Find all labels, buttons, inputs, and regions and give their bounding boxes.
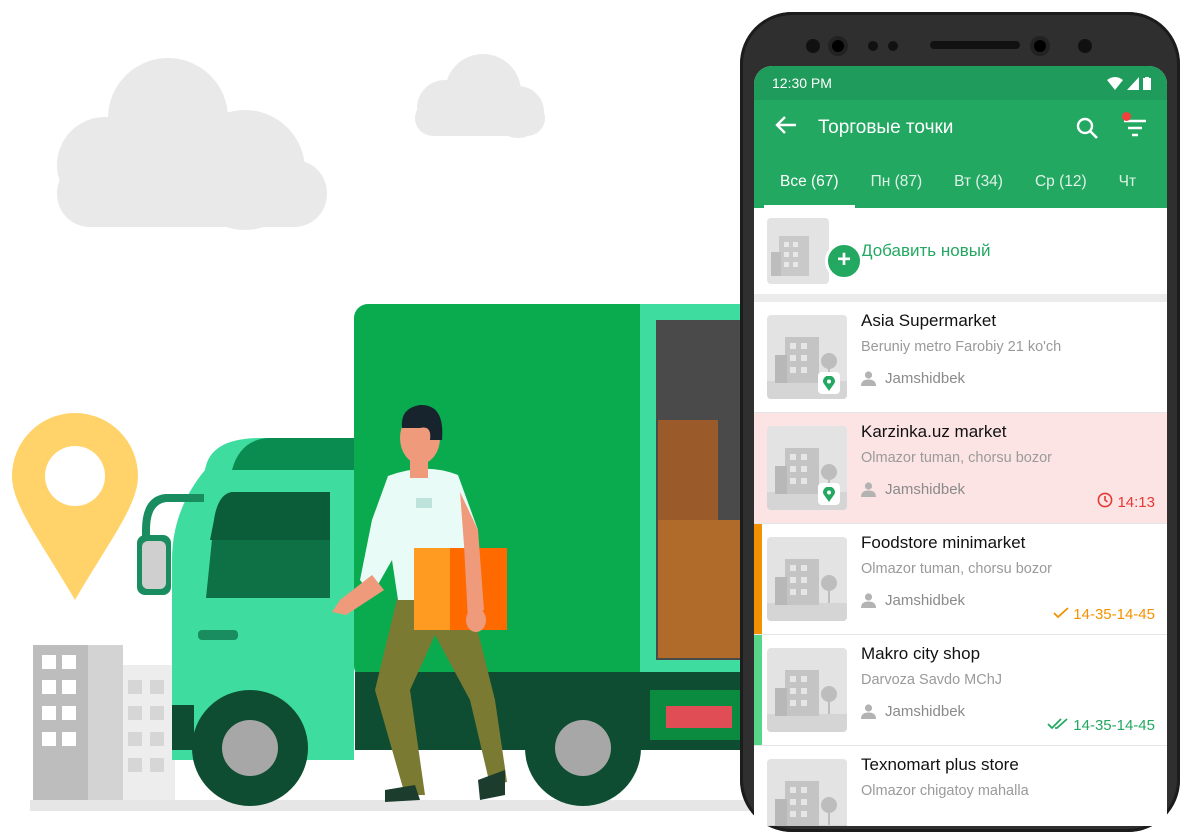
outlet-list: Asia Supermarket Beruniy metro Farobiy 2…: [754, 302, 1167, 826]
status-bar-indicator: [754, 524, 762, 634]
buildings: [33, 645, 175, 805]
visit-time: 14-35-14-45: [1047, 717, 1155, 734]
outlet-info: Makro city shop Darvoza Savdo MChJ Jamsh…: [861, 644, 1167, 734]
outlet-row[interactable]: Karzinka.uz market Olmazor tuman, chorsu…: [754, 413, 1167, 524]
outlet-thumbnail: [767, 315, 847, 399]
speaker-grille: [930, 41, 1020, 49]
tab-monday[interactable]: Пн (87): [855, 156, 939, 208]
outlet-address: Olmazor tuman, chorsu bozor: [861, 450, 1052, 466]
outlet-thumbnail: [767, 648, 847, 732]
person-icon: [861, 371, 876, 386]
visit-time-text: 14-35-14-45: [1073, 606, 1155, 623]
outlet-info: Karzinka.uz market Olmazor tuman, chorsu…: [861, 422, 1167, 512]
tab-wednesday[interactable]: Ср (12): [1019, 156, 1103, 208]
building-icon: [767, 670, 847, 732]
visit-time-text: 14:13: [1117, 493, 1155, 511]
search-icon: [1076, 117, 1098, 139]
page-title: Торговые точки: [818, 117, 954, 138]
outlet-name: Foodstore minimarket: [861, 533, 1026, 552]
outlet-address: Beruniy metro Farobiy 21 ko'ch: [861, 339, 1062, 355]
outlet-thumbnail: [767, 759, 847, 826]
agent-name: Jamshidbek: [885, 592, 966, 609]
camera-sensor: [888, 41, 898, 51]
outlet-address: Darvoza Savdo MChJ: [861, 672, 1003, 688]
agent-name: Jamshidbek: [885, 703, 966, 720]
building-icon: [767, 559, 847, 621]
wifi-icon: [1107, 76, 1123, 90]
status-bar-indicator: [754, 635, 762, 745]
add-thumbnail: +: [767, 218, 863, 284]
filter-button[interactable]: [1111, 104, 1159, 152]
front-camera: [1030, 36, 1050, 56]
person-icon: [861, 482, 876, 497]
status-time: 12:30 PM: [772, 75, 832, 91]
person-icon: [861, 593, 876, 608]
clock-icon: [1098, 492, 1113, 508]
cloud-small: [415, 54, 545, 138]
agent-name: Jamshidbek: [885, 370, 966, 387]
phone-screen: 12:30 PM Торговые точки Все (67) Пн (87)…: [754, 66, 1167, 826]
app-bar: Торговые точки: [754, 100, 1167, 156]
outlet-info: Asia Supermarket Beruniy metro Farobiy 2…: [861, 311, 1167, 399]
visit-time-text: 14-35-14-45: [1073, 717, 1155, 734]
check-icon: [1053, 607, 1069, 619]
double-check-icon: [1047, 718, 1068, 730]
outlet-agent: Jamshidbek: [861, 370, 1167, 387]
camera-sensor: [1078, 39, 1092, 53]
signal-icon: [1127, 76, 1139, 90]
visit-time: 14:13: [1097, 492, 1155, 512]
add-new-label: Добавить новый: [861, 241, 991, 260]
building-icon: [771, 236, 809, 276]
tab-all[interactable]: Все (67): [764, 156, 855, 208]
cloud-large: [57, 58, 327, 230]
outlet-address: Olmazor chigatoy mahalla: [861, 783, 1029, 799]
location-pin-icon: [818, 372, 840, 394]
status-bar: 12:30 PM: [754, 66, 1167, 100]
building-icon: [767, 781, 847, 826]
status-icons: [1107, 76, 1151, 90]
location-pin-icon: [12, 413, 138, 600]
outlet-info: Foodstore minimarket Olmazor tuman, chor…: [861, 533, 1167, 623]
camera-lens: [828, 36, 848, 56]
location-pin-icon: [818, 483, 840, 505]
outlet-thumbnail: [767, 426, 847, 510]
outlet-name: Karzinka.uz market: [861, 422, 1007, 441]
tab-thursday[interactable]: Чт: [1103, 156, 1152, 208]
search-button[interactable]: [1063, 104, 1111, 152]
camera-sensor: [806, 39, 820, 53]
visit-time: 14-35-14-45: [1053, 606, 1155, 623]
agent-name: Jamshidbek: [885, 481, 966, 498]
back-button[interactable]: [754, 114, 818, 142]
outlet-info: Texnomart plus store Olmazor chigatoy ma…: [861, 755, 1167, 826]
camera-sensor: [868, 41, 878, 51]
add-new-button[interactable]: + Добавить новый: [754, 208, 1167, 302]
day-tabs: Все (67) Пн (87) Вт (34) Ср (12) Чт: [754, 156, 1167, 208]
notification-dot: [1122, 112, 1131, 121]
person-icon: [861, 704, 876, 719]
outlet-row[interactable]: Asia Supermarket Beruniy metro Farobiy 2…: [754, 302, 1167, 413]
outlet-address: Olmazor tuman, chorsu bozor: [861, 561, 1052, 577]
battery-icon: [1143, 76, 1151, 90]
tab-tuesday[interactable]: Вт (34): [938, 156, 1019, 208]
outlet-row[interactable]: Makro city shop Darvoza Savdo MChJ Jamsh…: [754, 635, 1167, 746]
outlet-name: Asia Supermarket: [861, 311, 997, 330]
outlet-name: Makro city shop: [861, 644, 981, 663]
outlet-thumbnail: [767, 537, 847, 621]
filter-icon: [1124, 119, 1146, 137]
outlet-row[interactable]: Texnomart plus store Olmazor chigatoy ma…: [754, 746, 1167, 826]
outlet-row[interactable]: Foodstore minimarket Olmazor tuman, chor…: [754, 524, 1167, 635]
plus-icon: +: [825, 242, 863, 280]
arrow-left-icon: [775, 116, 796, 134]
outlet-name: Texnomart plus store: [861, 755, 1019, 774]
